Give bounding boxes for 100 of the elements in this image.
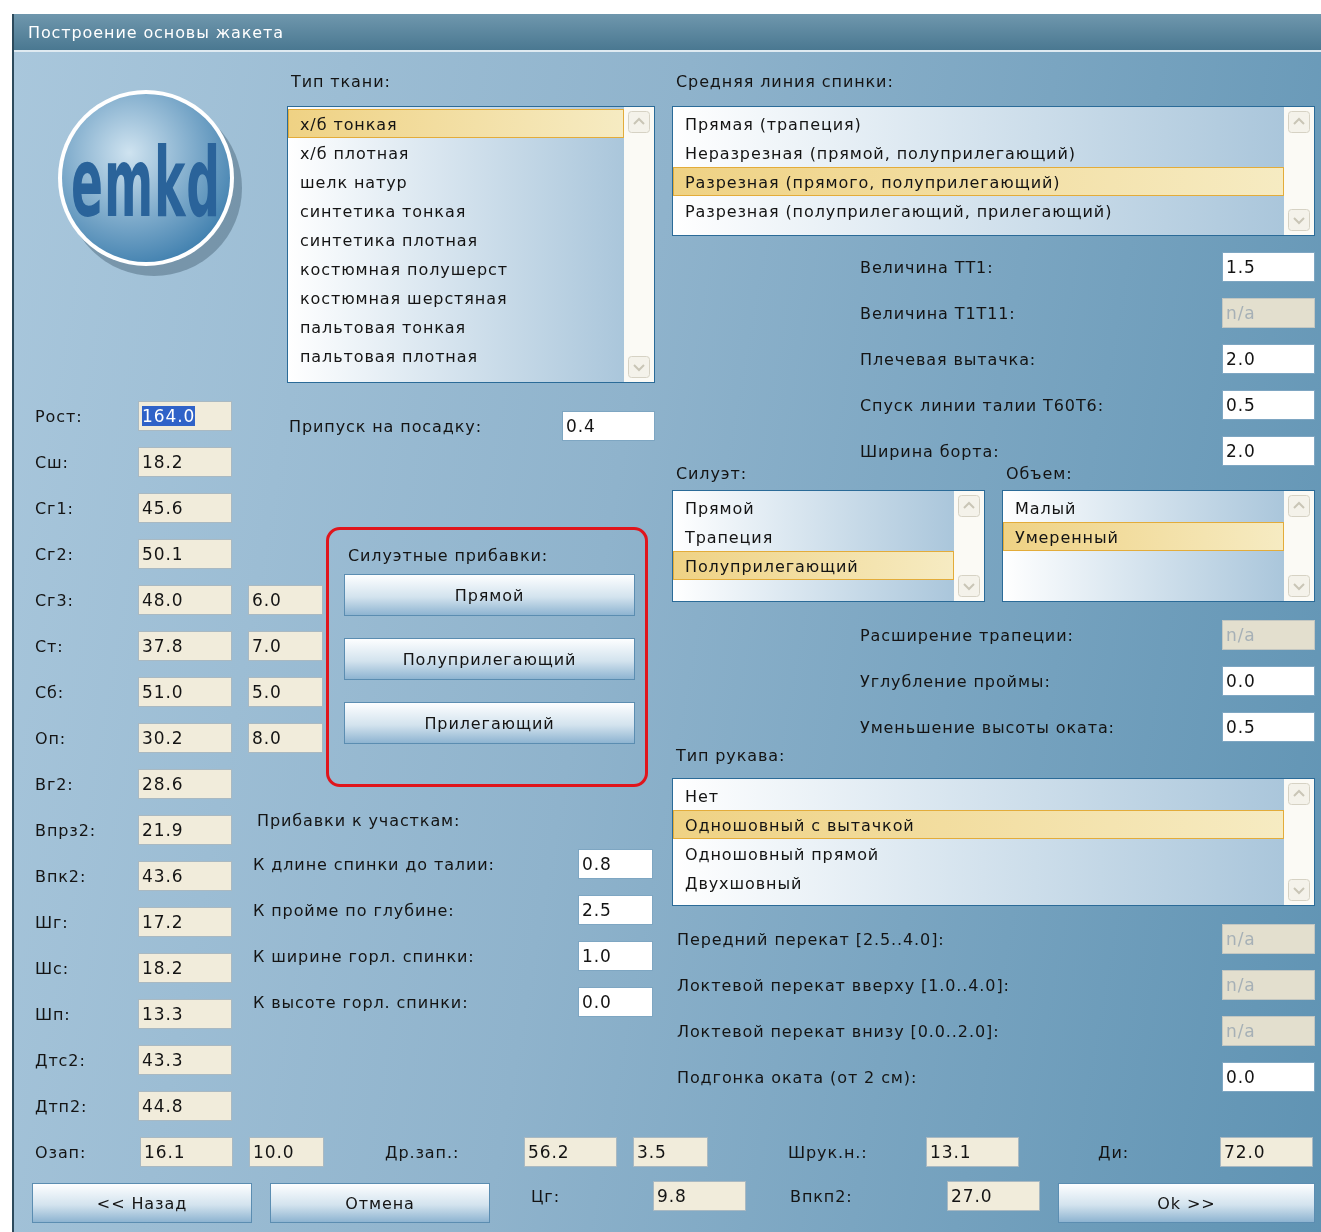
value-field[interactable]: 45.6 [138,493,232,523]
value-field[interactable]: 0.5 [1222,712,1315,742]
value-field[interactable]: 8.0 [248,723,323,753]
field-label: Впрз2: [34,820,98,840]
value-field[interactable]: 0.5 [1222,390,1315,420]
value-field[interactable]: 21.9 [138,815,232,845]
value-field[interactable]: 9.8 [653,1181,746,1211]
field-label: Ст: [34,636,65,656]
value-field[interactable]: 28.6 [138,769,232,799]
value-field[interactable]: 30.2 [138,723,232,753]
field-label: Локтевой перекат внизу [0.0..2.0]: [677,1021,1001,1041]
scroll-down-icon[interactable] [628,356,650,378]
value-field[interactable]: 37.8 [138,631,232,661]
value-field[interactable]: 2.0 [1222,344,1315,374]
field-label: Величина ТТ1: [860,257,995,277]
list-item[interactable]: синтетика тонкая [288,196,624,225]
value-field[interactable]: 27.0 [947,1181,1040,1211]
scroll-up-icon[interactable] [958,495,980,517]
scroll-down-icon[interactable] [1288,575,1310,597]
value-field[interactable]: 2.0 [1222,436,1315,466]
list-item[interactable]: пальтовая плотная [288,341,624,370]
list-item[interactable]: Умеренный [1003,522,1284,551]
scrollbar[interactable] [1284,107,1314,235]
window-title: Построение основы жакета [28,22,284,42]
value-field[interactable]: 56.2 [524,1137,617,1167]
list-item[interactable]: Разрезная (полуприлегающий, прилегающий) [673,196,1284,225]
value-field[interactable]: 50.1 [138,539,232,569]
list-item[interactable]: Прямой [673,493,954,522]
value-field[interactable]: 72.0 [1220,1137,1313,1167]
value-field[interactable]: 3.5 [633,1137,708,1167]
field-label: К длине спинки до талии: [253,854,496,874]
list-item[interactable]: костюмная шерстяная [288,283,624,312]
list-item[interactable]: х/б плотная [288,138,624,167]
dialog-button[interactable]: Отмена [270,1183,490,1223]
field-label: Подгонка оката (от 2 см): [677,1067,919,1087]
value-field[interactable]: 2.5 [578,895,653,925]
value-field[interactable]: 13.3 [138,999,232,1029]
field-label: Сг2: [34,544,75,564]
scrollbar[interactable] [1284,779,1314,905]
value-field[interactable]: 7.0 [248,631,323,661]
value-field[interactable]: 1.0 [578,941,653,971]
value-field[interactable]: 10.0 [249,1137,324,1167]
list-item[interactable]: х/б тонкая [288,109,624,138]
list-item[interactable]: Полуприлегающий [673,551,954,580]
value-field[interactable]: 18.2 [138,953,232,983]
list-item[interactable]: Одношовный прямой [673,839,1284,868]
field-label: Шп: [34,1004,72,1024]
field-label: Сб: [34,682,66,702]
list-item[interactable]: Малый [1003,493,1284,522]
scroll-down-icon[interactable] [1288,209,1310,231]
list-item[interactable]: пальтовая тонкая [288,312,624,341]
value-field[interactable]: 17.2 [138,907,232,937]
value-field[interactable]: 18.2 [138,447,232,477]
list-item[interactable]: Двухшовный [673,868,1284,897]
list-item[interactable]: Прямая (трапеция) [673,109,1284,138]
value-field[interactable]: 0.0 [1222,1062,1315,1092]
list-item[interactable]: Нет [673,781,1284,810]
section-label: Средняя линия спинки: [675,71,895,93]
field-label: Озап: [34,1142,88,1162]
value-field[interactable]: 43.3 [138,1045,232,1075]
list-item[interactable]: Неразрезная (прямой, полуприлегающий) [673,138,1284,167]
scroll-up-icon[interactable] [1288,783,1310,805]
scroll-down-icon[interactable] [1288,879,1310,901]
value-field[interactable]: 164.0 [138,401,232,431]
list-item[interactable]: Разрезная (прямого, полуприлегающий) [673,167,1284,196]
field-label: Цг: [530,1186,561,1206]
scrollbar[interactable] [954,491,984,601]
list-item[interactable]: синтетика плотная [288,225,624,254]
value-field[interactable]: 5.0 [248,677,323,707]
dialog-button[interactable]: Ok >> [1058,1183,1315,1223]
scroll-down-icon[interactable] [958,575,980,597]
field-label: Уменьшение высоты оката: [860,717,1116,737]
value-field[interactable]: 51.0 [138,677,232,707]
scrollbar[interactable] [1284,491,1314,601]
value-field[interactable]: 0.0 [578,987,653,1017]
list-item[interactable]: Одношовный с вытачкой [673,810,1284,839]
silhouette-button[interactable]: Прямой [344,574,635,616]
value-field[interactable]: 1.5 [1222,252,1315,282]
section-label: Силуэт: [675,463,749,485]
dialog-button[interactable]: << Назад [32,1183,252,1223]
list-item[interactable]: Трапеция [673,522,954,551]
field-label: Дтп2: [34,1096,89,1116]
value-field[interactable]: 0.0 [1222,666,1315,696]
value-field[interactable]: 13.1 [926,1137,1019,1167]
scroll-up-icon[interactable] [1288,495,1310,517]
silhouette-button[interactable]: Полуприлегающий [344,638,635,680]
list-item[interactable]: костюмная полушерст [288,254,624,283]
value-field[interactable]: 48.0 [138,585,232,615]
value-field[interactable]: 43.6 [138,861,232,891]
section-label: Тип ткани: [290,71,392,93]
value-field[interactable]: 44.8 [138,1091,232,1121]
value-field[interactable]: 16.1 [140,1137,233,1167]
scroll-up-icon[interactable] [628,111,650,133]
value-field[interactable]: 6.0 [248,585,323,615]
list-item[interactable]: шелк натур [288,167,624,196]
value-field[interactable]: 0.8 [578,849,653,879]
silhouette-button[interactable]: Прилегающий [344,702,635,744]
scroll-up-icon[interactable] [1288,111,1310,133]
scrollbar[interactable] [624,107,654,382]
value-field[interactable]: 0.4 [562,411,655,441]
